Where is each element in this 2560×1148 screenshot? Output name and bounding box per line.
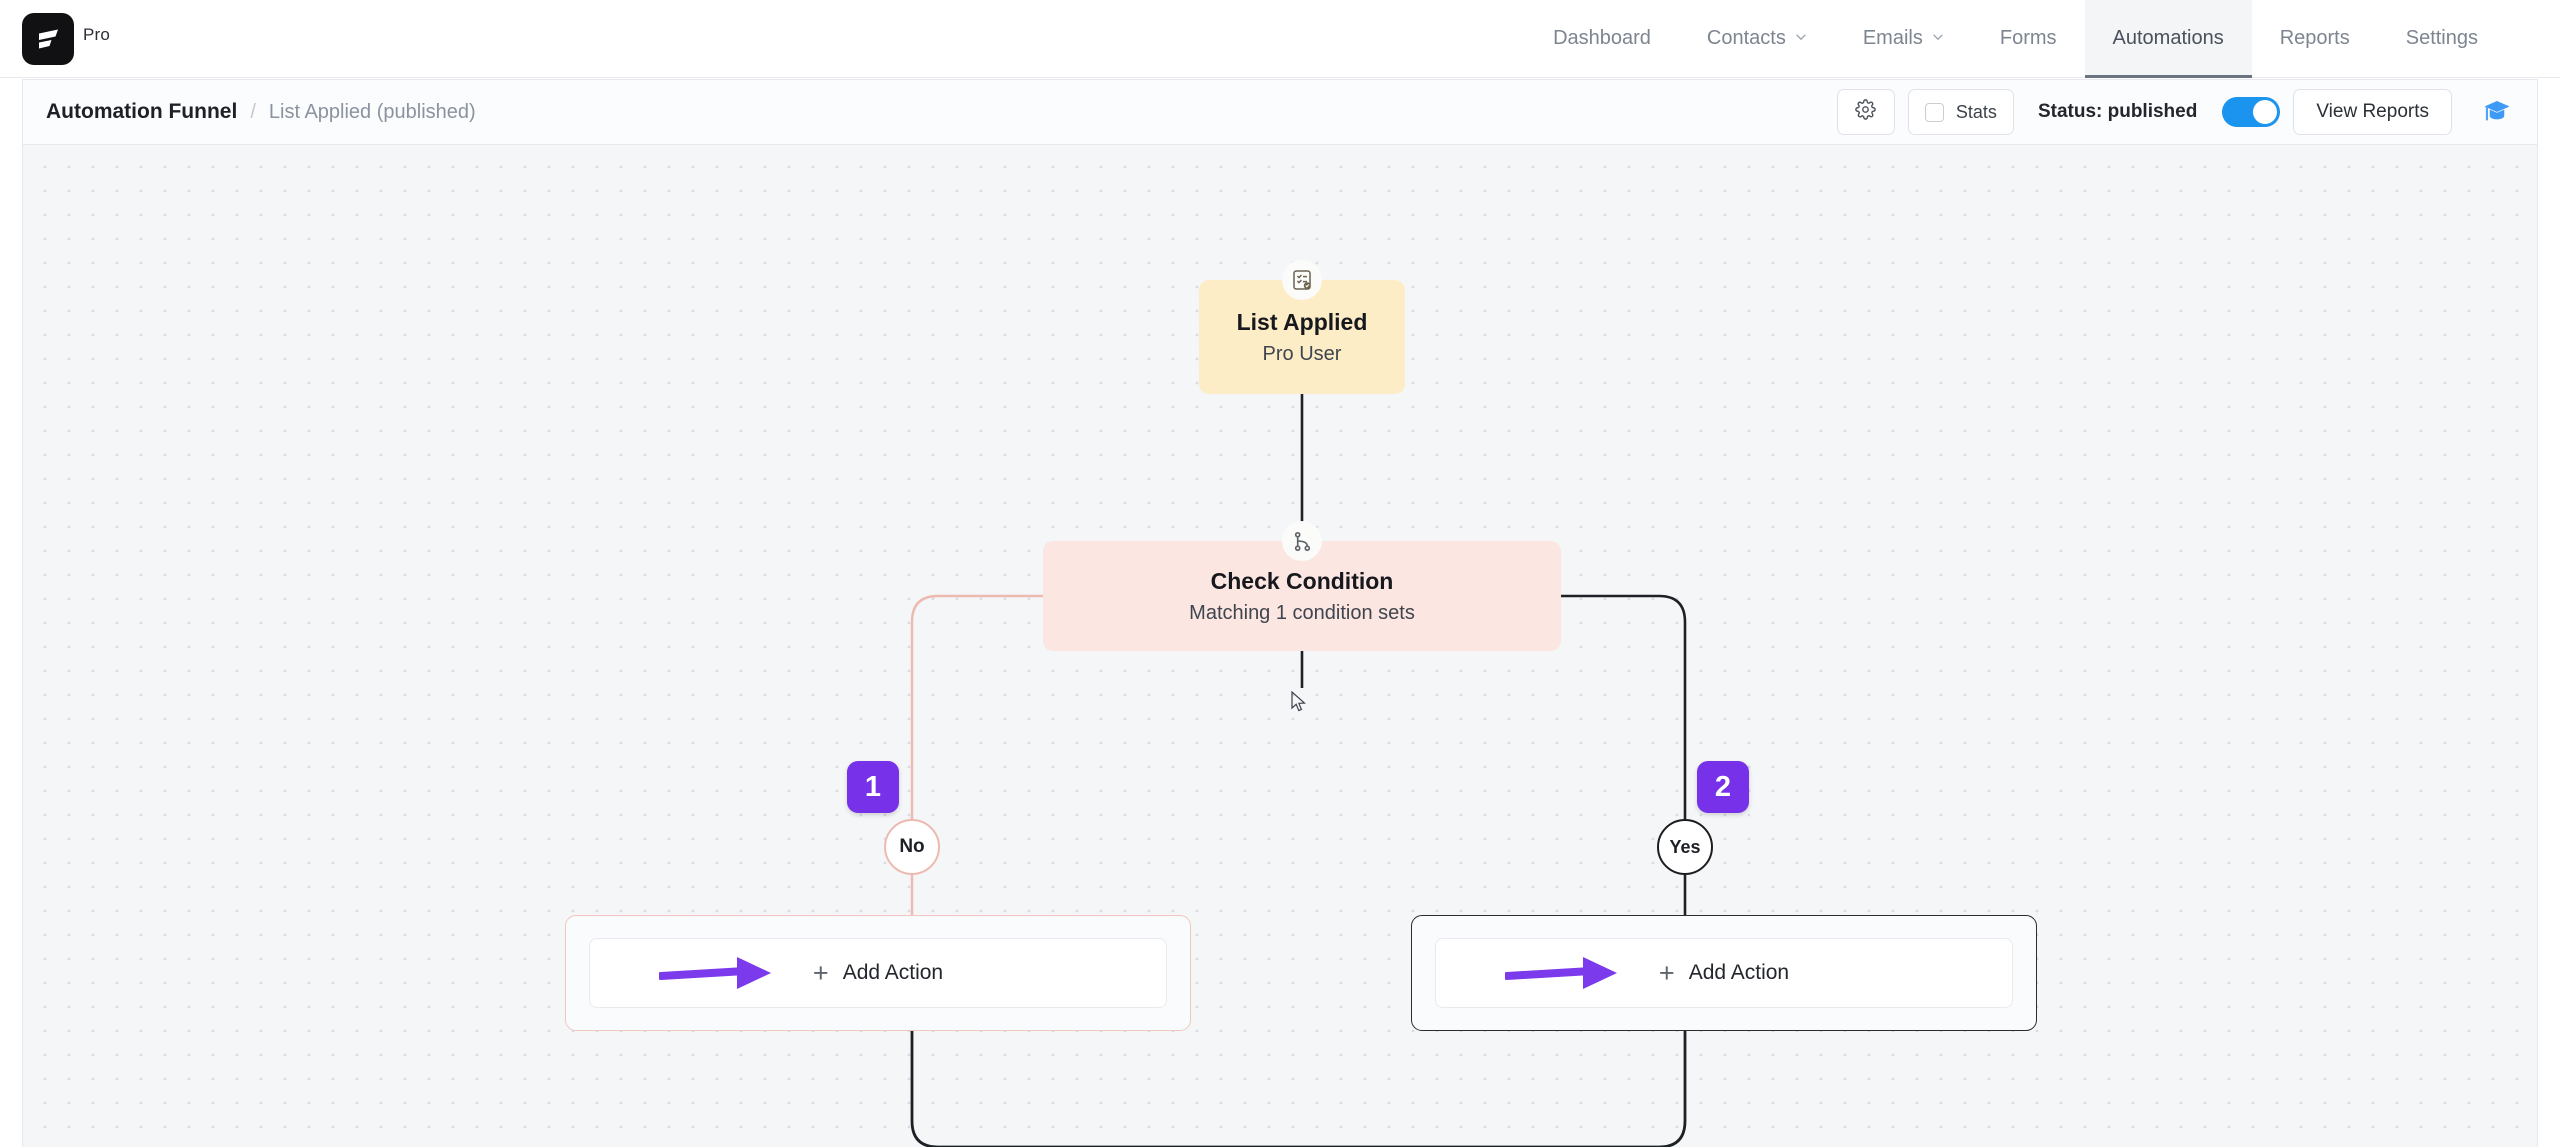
plus-icon: + — [812, 957, 829, 988]
branch-badge-label: 1 — [864, 770, 882, 803]
status-toggle[interactable] — [2222, 97, 2281, 127]
nav-item-dashboard[interactable]: Dashboard — [1525, 0, 1679, 78]
chevron-down-icon — [1932, 31, 1944, 43]
add-action-button-yes[interactable]: + Add Action — [1435, 938, 2013, 1008]
brand[interactable]: Pro — [22, 12, 111, 65]
stats-checkbox[interactable] — [1924, 102, 1944, 122]
gear-icon — [1855, 99, 1877, 125]
node-title: Check Condition — [1210, 568, 1394, 595]
nav-item-contacts[interactable]: Contacts — [1679, 0, 1835, 78]
nav-item-label: Dashboard — [1553, 27, 1651, 49]
nav-item-settings[interactable]: Settings — [2378, 0, 2506, 78]
trigger-node-list-applied[interactable]: List Applied Pro User — [1199, 260, 1405, 394]
branch-pill-yes: Yes — [1657, 819, 1713, 875]
nav-item-label: Forms — [1999, 27, 2057, 49]
condition-node-check-condition[interactable]: Check Condition Matching 1 condition set… — [1043, 521, 1561, 651]
add-action-label: Add Action — [842, 961, 944, 984]
branch-container-yes[interactable]: + Add Action — [1411, 915, 2037, 1031]
brand-label: Pro — [83, 24, 111, 44]
add-action-button-no[interactable]: + Add Action — [589, 938, 1167, 1008]
breadcrumb-separator: / — [250, 100, 256, 123]
nav-links: Dashboard Contacts Emails Forms Automati… — [1525, 0, 2506, 78]
nav-item-reports[interactable]: Reports — [2252, 0, 2378, 78]
branch-pill-no: No — [884, 819, 940, 875]
graduation-cap-icon[interactable] — [2477, 92, 2517, 132]
flow-diagram: List Applied Pro User Check Condition Ma… — [23, 145, 2537, 1147]
automation-canvas[interactable]: List Applied Pro User Check Condition Ma… — [22, 145, 2538, 1147]
header-toolbar: Stats Status: published View Reports — [1836, 89, 2517, 135]
node-subtitle: Matching 1 condition sets — [1189, 601, 1415, 624]
stats-button[interactable]: Stats — [1907, 89, 2014, 135]
nav-item-automations[interactable]: Automations — [2084, 0, 2252, 78]
fluent-crm-logo-icon — [22, 12, 74, 65]
nav-item-label: Automations — [2112, 27, 2224, 49]
nav-item-forms[interactable]: Forms — [1972, 0, 2085, 78]
branch-pill-label: Yes — [1669, 836, 1701, 857]
top-navigation-bar: Pro Dashboard Contacts Emails Forms Auto… — [0, 0, 2560, 78]
plus-icon: + — [1658, 957, 1675, 988]
nav-item-label: Settings — [2405, 27, 2478, 49]
branch-container-no[interactable]: + Add Action — [565, 915, 1191, 1031]
branch-badge-1: 1 — [847, 761, 899, 813]
nav-item-label: Contacts — [1706, 27, 1786, 49]
page-sub-header: Automation Funnel / List Applied (publis… — [22, 79, 2538, 145]
nav-item-label: Emails — [1862, 27, 1923, 49]
node-title: List Applied — [1236, 309, 1368, 336]
add-action-label: Add Action — [1688, 961, 1790, 984]
nav-item-emails[interactable]: Emails — [1835, 0, 1972, 78]
breadcrumb-current: List Applied (published) — [268, 100, 476, 123]
branch-badge-2: 2 — [1697, 761, 1749, 813]
breadcrumb-title: Automation Funnel — [46, 100, 238, 123]
stats-label: Stats — [1955, 101, 1997, 122]
branch-badge-label: 2 — [1714, 770, 1732, 803]
view-reports-button[interactable]: View Reports — [2293, 89, 2452, 135]
branch-pill-label: No — [899, 836, 925, 857]
toggle-knob — [2253, 100, 2278, 124]
nav-item-label: Reports — [2279, 27, 2350, 49]
status-label: Status: published — [2037, 101, 2198, 122]
chevron-down-icon — [1795, 31, 1807, 43]
node-subtitle: Pro User — [1262, 342, 1342, 365]
view-reports-label: View Reports — [2316, 101, 2429, 122]
settings-button[interactable] — [1836, 89, 1895, 135]
checklist-icon — [1282, 260, 1322, 300]
branch-icon — [1282, 521, 1322, 561]
